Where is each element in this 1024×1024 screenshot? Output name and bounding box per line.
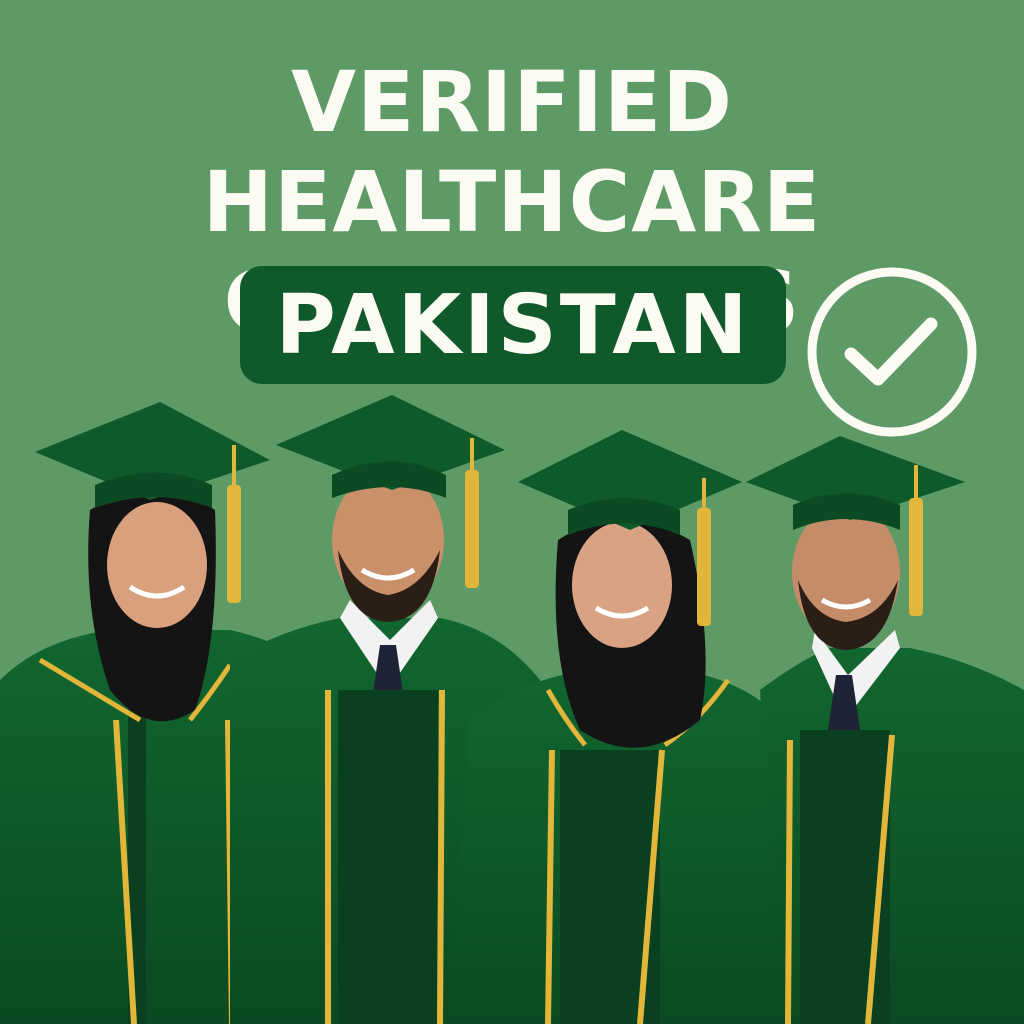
country-badge: PAKISTAN [240, 266, 786, 384]
graduate-4 [746, 436, 1024, 1024]
graduates-photo [0, 395, 1024, 1024]
country-badge-label: PAKISTAN [275, 277, 751, 373]
headline-line-1: VERIFIED HEALTHCARE [202, 53, 822, 251]
